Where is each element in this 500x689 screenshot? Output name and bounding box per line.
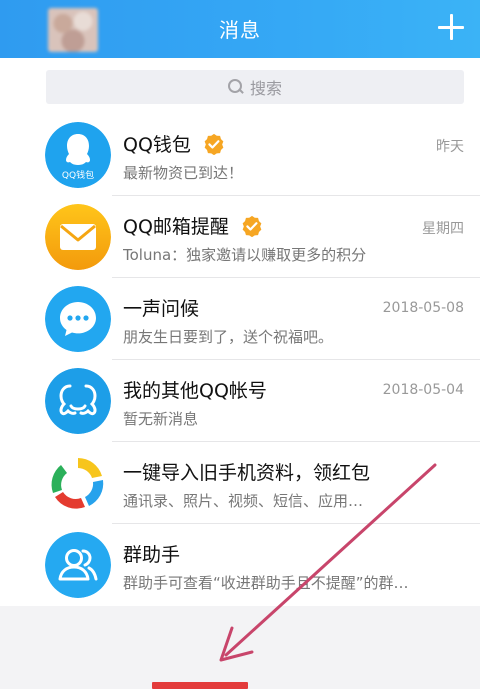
item-message: 群助手可查看“收进群助手且不提醒”的群… <box>123 574 409 592</box>
add-icon[interactable] <box>436 12 466 42</box>
list-item-group-assistant[interactable]: 群助手 群助手可查看“收进群助手且不提醒”的群… <box>0 524 480 606</box>
verified-badge-icon <box>204 133 224 155</box>
group-assistant-icon <box>45 532 111 598</box>
item-message: 暂无新消息 <box>123 410 199 428</box>
qq-wallet-icon: QQ钱包 <box>45 122 111 188</box>
item-message: 朋友生日要到了，送个祝福吧。 <box>123 328 334 346</box>
list-item-import-data[interactable]: 一键导入旧手机资料，领红包 通讯录、照片、视频、短信、应用… <box>0 442 480 524</box>
item-message: Toluna：独家邀请以赚取更多的积分 <box>123 246 367 264</box>
chat-bubble-icon <box>45 286 111 352</box>
item-time: 星期四 <box>422 221 464 237</box>
item-time: 2018-05-04 <box>382 382 464 398</box>
page-title: 消息 <box>219 18 261 42</box>
sync-swirl-icon <box>45 450 111 516</box>
item-name: 群助手 <box>123 544 181 566</box>
mail-icon <box>45 204 111 270</box>
verified-badge-icon <box>242 215 262 237</box>
svg-text:QQ钱包: QQ钱包 <box>62 169 94 181</box>
item-message: 通讯录、照片、视频、短信、应用… <box>123 492 364 510</box>
search-placeholder: 搜索 <box>249 79 282 98</box>
item-name: QQ钱包 <box>123 134 191 156</box>
item-name: QQ邮箱提醒 <box>123 216 229 238</box>
list-item-greeting[interactable]: 一声问候 朋友生日要到了，送个祝福吧。 2018-05-08 <box>0 278 480 360</box>
bottom-tab-indicator[interactable] <box>152 682 248 689</box>
side-margin <box>480 0 500 689</box>
item-name: 一键导入旧手机资料，领红包 <box>123 462 371 484</box>
search-input[interactable]: 搜索 <box>46 70 464 104</box>
search-icon <box>227 79 244 95</box>
item-time: 2018-05-08 <box>382 300 464 316</box>
item-message: 最新物资已到达！ <box>123 164 244 182</box>
item-time: 昨天 <box>436 139 464 155</box>
app-frame: 消息 搜索 QQ钱包 QQ钱包 最新物资已到达！ 昨天 QQ邮箱提醒 Tolun… <box>0 0 480 689</box>
bottom-area <box>0 606 480 689</box>
item-name: 我的其他QQ帐号 <box>123 380 267 402</box>
list-item-qq-mail[interactable]: QQ邮箱提醒 Toluna：独家邀请以赚取更多的积分 星期四 <box>0 196 480 278</box>
item-name: 一声问候 <box>123 298 200 320</box>
linked-accounts-icon <box>45 368 111 434</box>
list-item-qq-wallet[interactable]: QQ钱包 QQ钱包 最新物资已到达！ 昨天 <box>0 114 480 196</box>
message-list: QQ钱包 QQ钱包 最新物资已到达！ 昨天 QQ邮箱提醒 Toluna：独家邀请… <box>0 114 480 606</box>
search-area: 搜索 <box>0 58 480 114</box>
header-bar: 消息 <box>0 0 480 58</box>
list-item-other-accounts[interactable]: 我的其他QQ帐号 暂无新消息 2018-05-04 <box>0 360 480 442</box>
